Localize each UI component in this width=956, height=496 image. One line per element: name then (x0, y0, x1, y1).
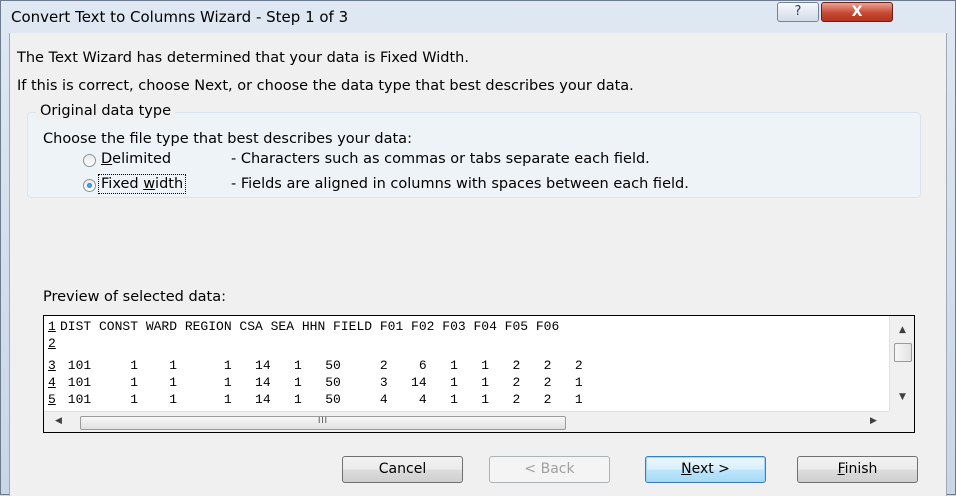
data-preview[interactable]: 1 DIST CONST WARD REGION CSA SEA HHN FIE… (43, 315, 915, 433)
scroll-right-icon[interactable]: ▶ (870, 416, 877, 426)
delimited-radio[interactable] (83, 154, 96, 167)
row-number: 1 (48, 319, 56, 334)
scrollbar-corner (889, 411, 914, 432)
row-text: 101 1 1 1 14 1 50 4 4 1 1 2 2 1 (60, 392, 583, 407)
delimited-mnemonic: D (101, 151, 113, 167)
row-number: 4 (48, 375, 56, 390)
row-text: 101 1 1 1 14 1 50 3 14 1 1 2 2 1 (60, 375, 583, 390)
finish-mnemonic: F (837, 461, 845, 477)
finish-button[interactable]: Finish (797, 456, 918, 483)
next-label-rest: ext > (691, 461, 730, 477)
horizontal-scrollbar[interactable]: ◀ III ▶ (44, 411, 889, 432)
cancel-button[interactable]: Cancel (342, 456, 463, 483)
help-button[interactable]: ? (777, 2, 819, 22)
next-button[interactable]: Next > (645, 456, 766, 483)
next-mnemonic: N (681, 461, 692, 477)
scroll-up-icon[interactable]: ▲ (899, 325, 906, 335)
scroll-down-icon[interactable]: ▼ (899, 392, 906, 402)
window-title: Convert Text to Columns Wizard - Step 1 … (11, 8, 349, 26)
intro-line-2: If this is correct, choose Next, or choo… (17, 78, 634, 94)
horizontal-scroll-thumb[interactable]: III (80, 416, 566, 430)
finish-label-rest: inish (844, 461, 878, 477)
scroll-left-icon[interactable]: ◀ (55, 416, 62, 426)
preview-label: Preview of selected data: (43, 289, 226, 305)
close-button[interactable]: X (821, 2, 893, 22)
file-type-prompt: Choose the file type that best describes… (43, 131, 412, 147)
delimited-label[interactable]: Delimited (101, 151, 171, 167)
fixed-width-mnemonic: w (143, 176, 156, 192)
row-number: 5 (48, 392, 56, 407)
wizard-window: Convert Text to Columns Wizard - Step 1 … (0, 0, 956, 496)
fixed-width-description: - Fields are aligned in columns with spa… (231, 176, 689, 192)
row-text: DIST CONST WARD REGION CSA SEA HHN FIELD… (60, 319, 560, 334)
row-number: 3 (48, 358, 56, 373)
vertical-scroll-thumb[interactable] (894, 343, 912, 362)
fixed-width-radio[interactable] (83, 179, 96, 192)
intro-line-1: The Text Wizard has determined that your… (17, 50, 469, 66)
row-text: 101 1 1 1 14 1 50 2 6 1 1 2 2 2 (60, 358, 583, 373)
preview-rows: 1 DIST CONST WARD REGION CSA SEA HHN FIE… (44, 316, 889, 411)
delimited-description: - Characters such as commas or tabs sepa… (231, 151, 650, 167)
delimited-label-rest: elimited (112, 151, 172, 167)
title-bar[interactable]: Convert Text to Columns Wizard - Step 1 … (1, 1, 955, 33)
fixed-width-label-pre: Fixed (101, 176, 144, 192)
row-number: 2 (48, 336, 56, 351)
fixed-width-label-rest: idth (155, 176, 184, 192)
vertical-scrollbar[interactable]: ▲ ▼ (889, 316, 914, 411)
group-legend: Original data type (36, 103, 176, 119)
fixed-width-label[interactable]: Fixed width (98, 174, 187, 194)
back-button[interactable]: < Back (489, 456, 610, 483)
grip-icon: III (317, 416, 329, 425)
